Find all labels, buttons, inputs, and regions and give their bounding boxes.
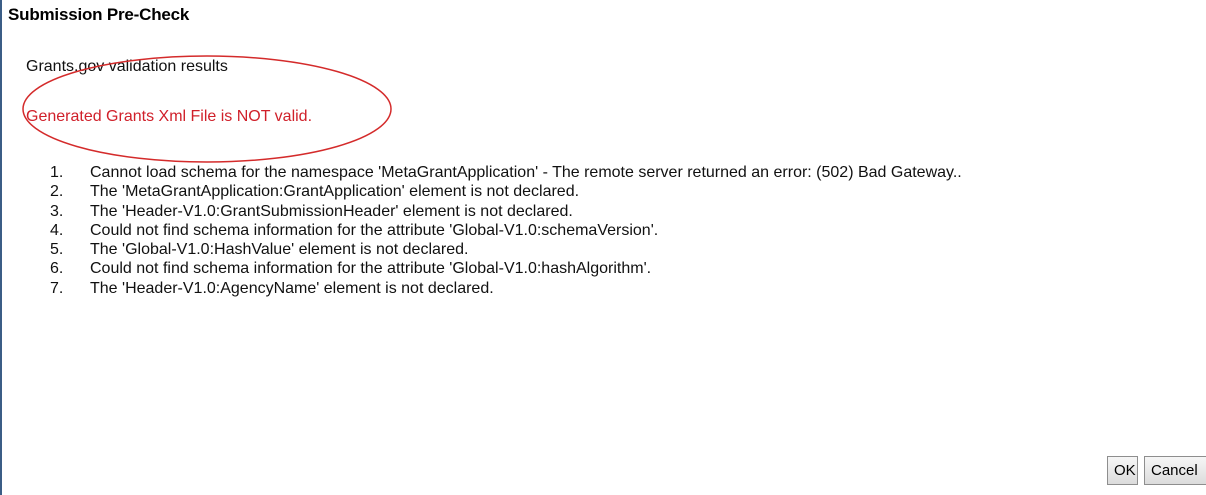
error-number: 7. <box>50 279 64 297</box>
error-number: 5. <box>50 241 64 259</box>
list-item: 6. Could not find schema information for … <box>50 259 962 278</box>
dialog-title: Submission Pre-Check <box>8 5 190 24</box>
list-item: 3. The 'Header-V1.0:GrantSubmissionHeader… <box>50 202 962 221</box>
validation-status-message: Generated Grants Xml File is NOT valid. <box>26 108 313 125</box>
error-text: The 'Header-V1.0:GrantSubmissionHeader' … <box>90 202 573 220</box>
error-number: 4. <box>50 221 64 239</box>
error-number: 1. <box>50 164 64 181</box>
error-text: The 'Global-V1.0:HashValue' element is n… <box>90 241 469 259</box>
error-text: Could not find schema information for th… <box>90 221 659 239</box>
list-item: 1. Cannot load schema for the namespace '… <box>50 163 962 182</box>
validation-error-list: 1. Cannot load schema for the namespace '… <box>50 163 962 298</box>
error-number: 6. <box>50 260 64 278</box>
error-number: 2. <box>50 183 64 201</box>
error-text: The 'MetaGrantApplication:GrantApplicati… <box>90 183 580 201</box>
error-text: Cannot load schema for the namespace 'Me… <box>90 164 962 181</box>
list-item: 2. The 'MetaGrantApplication:GrantApplica… <box>50 182 962 201</box>
submission-precheck-dialog: Submission Pre-Check Grants.gov validati… <box>0 0 1206 495</box>
ok-button[interactable]: OK <box>1107 456 1138 485</box>
cancel-button[interactable]: Cancel <box>1144 456 1206 485</box>
error-text: Could not find schema information for th… <box>90 260 652 278</box>
list-item: 7. The 'Header-V1.0:AgencyName' element i… <box>50 279 962 298</box>
error-text: The 'Header-V1.0:AgencyName' element is … <box>90 279 494 297</box>
validation-results-heading: Grants.gov validation results <box>26 58 228 75</box>
list-item: 4. Could not find schema information for … <box>50 221 962 240</box>
list-item: 5. The 'Global-V1.0:HashValue' element is… <box>50 240 962 259</box>
error-number: 3. <box>50 202 64 220</box>
